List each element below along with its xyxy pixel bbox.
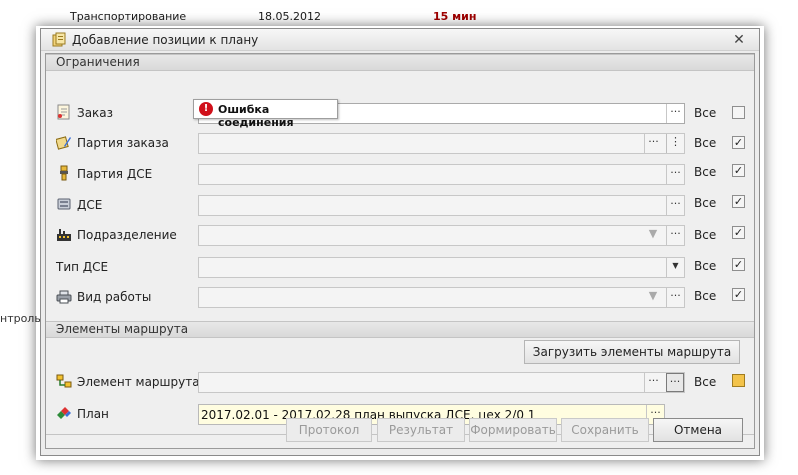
plan-icon [57,407,71,419]
route-header: Элементы маршрута [46,321,754,338]
save-button[interactable]: Сохранить [561,418,649,442]
plan-label: План [77,407,109,421]
order-batch-field[interactable]: ··· ⋮ [198,133,685,154]
work-type-field[interactable]: ▼ ··· [198,287,685,308]
department-icon [57,229,71,241]
order-browse-button[interactable]: ··· [666,104,684,123]
part-batch-browse-button[interactable]: ··· [666,165,684,184]
part-type-select[interactable]: ▼ [198,257,685,278]
part-all-checkbox[interactable]: ✓ [732,195,745,208]
cancel-button[interactable]: Отмена [653,418,743,442]
chevron-down-icon[interactable]: ▼ [666,258,684,277]
part-icon [57,198,71,210]
order-batch-icon [56,136,71,150]
order-batch-extra-button[interactable]: ⋮ [666,134,684,153]
order-label: Заказ [77,106,114,120]
route-element-icon [56,374,72,388]
department-all-label: Все [694,228,717,242]
connection-error-popup: ! Ошибка соединения [193,99,338,129]
work-type-all-label: Все [694,289,717,303]
route-element-label: Элемент маршрута [77,375,200,389]
department-label: Подразделение [77,228,177,242]
background-side-text: нтроль [0,312,41,325]
form-button[interactable]: Формировать [469,418,557,442]
route-element-field[interactable]: ··· ··· [198,372,685,393]
part-batch-icon [60,165,68,181]
background-row-title: Транспортирование [70,10,187,23]
result-button[interactable]: Результат [377,418,465,442]
part-batch-all-label: Все [694,165,717,179]
part-batch-label: Партия ДСЕ [77,167,153,181]
part-type-label: Тип ДСЕ [56,260,109,274]
background-row-duration: 15 мин [433,10,477,23]
background-row-date: 18.05.2012 [258,10,321,23]
order-batch-label: Партия заказа [77,136,169,150]
part-type-all-checkbox[interactable]: ✓ [732,258,745,271]
background-row: Транспортирование 18.05.2012 15 мин [0,6,798,28]
order-batch-all-label: Все [694,136,717,150]
work-type-icon [56,290,72,304]
department-field[interactable]: ▼ ··· [198,225,685,246]
order-icon [57,104,70,120]
dialog-titlebar[interactable]: Добавление позиции к плану ✕ [41,29,759,51]
order-all-label: Все [694,106,717,120]
load-route-elements-button[interactable]: Загрузить элементы маршрута [524,340,740,364]
part-type-all-label: Все [694,259,717,273]
department-filter-icon[interactable]: ▼ [644,226,662,245]
protocol-button[interactable]: Протокол [286,418,372,442]
order-batch-browse-button[interactable]: ··· [644,134,662,153]
work-type-all-checkbox[interactable]: ✓ [732,288,745,301]
order-batch-all-checkbox[interactable]: ✓ [732,136,745,149]
route-element-extra-button[interactable]: ··· [666,373,684,392]
route-element-browse-button[interactable]: ··· [644,373,662,392]
part-browse-button[interactable]: ··· [666,196,684,215]
dialog-title: Добавление позиции к плану [72,33,259,47]
part-label: ДСЕ [77,198,103,212]
part-batch-field[interactable]: ··· [198,164,685,185]
work-type-label: Вид работы [77,290,152,304]
department-all-checkbox[interactable]: ✓ [732,226,745,239]
dialog-body: Ограничения Заказ 200-00 ··· Все Партия … [45,53,755,449]
part-all-label: Все [694,196,717,210]
part-batch-all-checkbox[interactable]: ✓ [732,164,745,177]
error-icon: ! [199,102,213,116]
restrictions-header: Ограничения [46,54,754,71]
work-type-filter-icon[interactable]: ▼ [644,288,662,307]
work-type-browse-button[interactable]: ··· [666,288,684,307]
error-message: Ошибка соединения [218,103,294,129]
route-element-all-label: Все [694,375,717,389]
department-browse-button[interactable]: ··· [666,226,684,245]
order-all-checkbox[interactable] [732,106,745,119]
route-element-all-checkbox[interactable] [732,374,745,387]
part-field[interactable]: ··· [198,195,685,216]
close-icon[interactable]: ✕ [731,32,747,48]
dialog-app-icon [52,32,66,47]
add-plan-position-dialog: Добавление позиции к плану ✕ Ограничения… [40,28,760,456]
